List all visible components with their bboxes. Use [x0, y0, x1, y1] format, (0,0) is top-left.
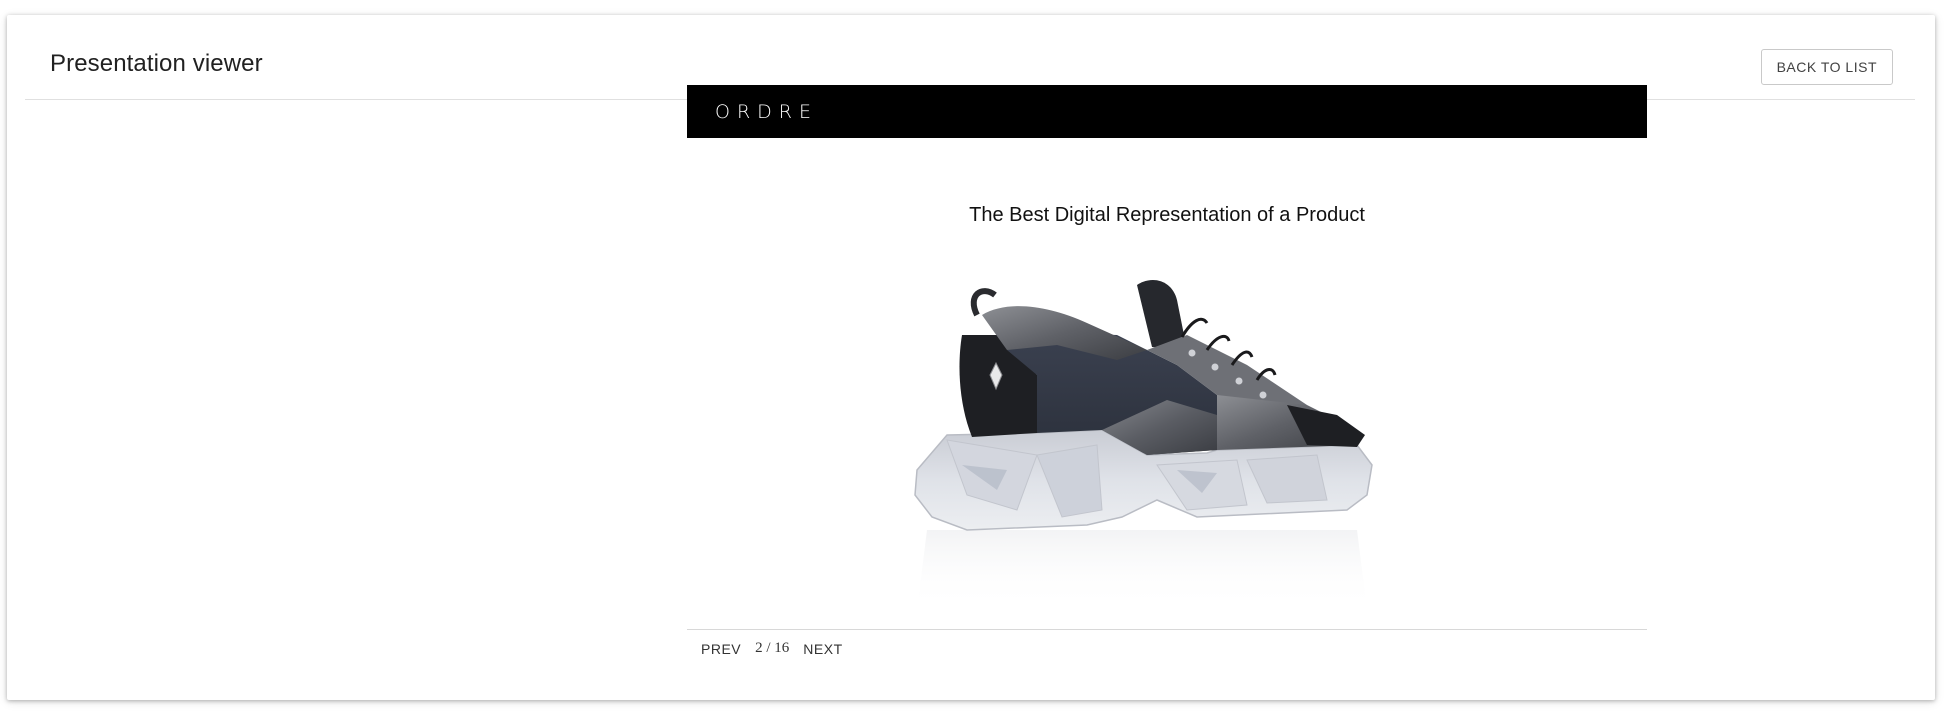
page-title: Presentation viewer	[50, 50, 263, 77]
sneaker-product-image	[914, 280, 1373, 610]
page-separator: /	[766, 640, 771, 656]
slide-heading: The Best Digital Representation of a Pro…	[969, 204, 1365, 226]
presentation-slide: ORDRE The Best Digital Representation of…	[687, 85, 1647, 615]
slide-brand-bar: ORDRE	[687, 85, 1647, 138]
current-page: 2	[755, 640, 763, 656]
next-button[interactable]: NEXT	[803, 641, 842, 657]
page-indicator: 2 / 16	[755, 640, 789, 657]
slide-pager: PREV 2 / 16 NEXT	[687, 629, 1647, 670]
back-to-list-button[interactable]: BACK TO LIST	[1760, 49, 1893, 85]
total-pages: 16	[774, 640, 790, 656]
brand-logo: ORDRE	[715, 101, 818, 123]
prev-button[interactable]: PREV	[701, 641, 741, 657]
